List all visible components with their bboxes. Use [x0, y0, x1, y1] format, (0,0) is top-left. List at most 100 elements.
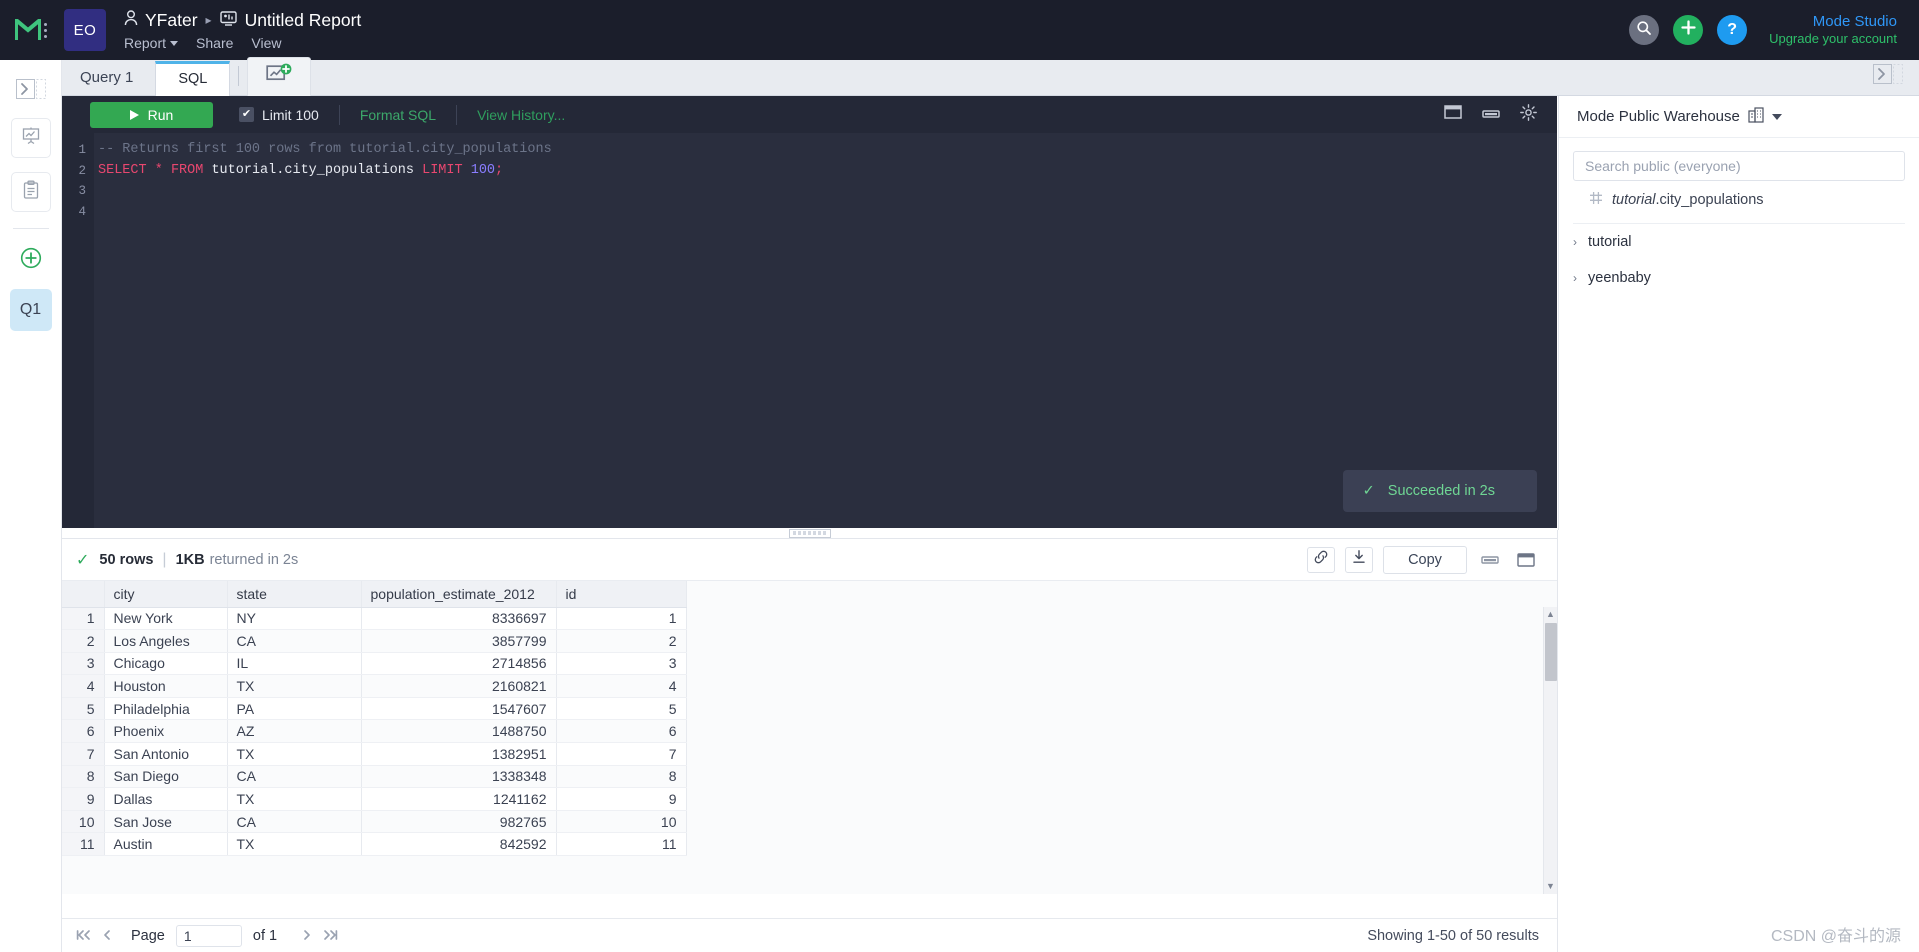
maximize-editor-icon[interactable] [1444, 105, 1462, 124]
city-cell: San Jose [104, 810, 228, 834]
city-cell: San Antonio [104, 742, 228, 766]
logo-dots-icon [44, 22, 47, 38]
gear-icon[interactable] [1520, 103, 1537, 126]
column-header-id[interactable]: id [556, 581, 687, 608]
table-row[interactable]: 8 San Diego CA 1338348 8 [62, 765, 687, 789]
line-number: 3 [78, 184, 86, 198]
scroll-down-arrow-icon[interactable]: ▼ [1546, 879, 1555, 894]
download-button[interactable] [1345, 546, 1373, 573]
row-number-cell: 6 [62, 719, 105, 744]
tab-sql[interactable]: SQL [155, 61, 231, 96]
editor-results-splitter[interactable] [62, 528, 1557, 538]
schema-node-label: yeenbaby [1588, 270, 1651, 286]
table-row[interactable]: 6 Phoenix AZ 1488750 6 [62, 719, 687, 744]
table-row[interactable]: 11 Austin TX 842592 11 [62, 832, 687, 857]
search-button[interactable] [1629, 15, 1660, 45]
chevron-down-icon[interactable] [1771, 113, 1782, 120]
download-icon [1351, 549, 1367, 570]
splitter-handle[interactable] [788, 528, 831, 538]
next-page-button[interactable] [302, 928, 312, 944]
copy-button[interactable]: Copy [1383, 545, 1467, 574]
population-cell: 1488750 [361, 719, 557, 744]
first-page-button[interactable] [76, 928, 91, 944]
scroll-up-arrow-icon[interactable]: ▲ [1546, 607, 1555, 622]
schema-node-yeenbaby[interactable]: › yeenbaby [1559, 260, 1919, 296]
search-input[interactable] [1585, 158, 1893, 174]
table-row[interactable]: 5 Philadelphia PA 1547607 5 [62, 697, 687, 721]
last-page-button[interactable] [323, 928, 338, 944]
table-row[interactable]: 7 San Antonio TX 1382951 7 [62, 742, 687, 766]
code-content[interactable]: -- Returns first 100 rows from tutorial.… [94, 133, 1557, 530]
column-header-rownum[interactable] [62, 581, 105, 608]
menu-view[interactable]: View [251, 35, 281, 51]
schema-search-box[interactable] [1573, 151, 1905, 181]
chevron-down-icon [170, 41, 179, 47]
expand-sidebar-button[interactable] [14, 74, 48, 104]
mode-studio-link[interactable]: Mode Studio [1769, 13, 1897, 32]
table-header: city state population_estimate_2012 id [62, 581, 687, 608]
id-cell: 4 [556, 674, 687, 698]
tab-add-chart[interactable] [247, 57, 312, 96]
toolbar-divider [338, 104, 340, 125]
row-number-cell: 11 [62, 832, 105, 857]
table-row[interactable]: 10 San Jose CA 982765 10 [62, 810, 687, 834]
code-editor[interactable]: 1 2 3 4 -- Returns first 100 rows from t… [62, 133, 1557, 530]
id-cell: 7 [556, 742, 687, 766]
share-link-button[interactable] [1307, 546, 1335, 573]
warehouse-selector[interactable]: Mode Public Warehouse [1559, 96, 1919, 138]
collapse-right-panel-button[interactable] [1873, 64, 1919, 95]
breadcrumb-user[interactable]: YFater [124, 10, 198, 31]
code-line-1: -- Returns first 100 rows from tutorial.… [98, 142, 552, 157]
results-table-wrapper[interactable]: city state population_estimate_2012 id 1… [62, 581, 1557, 894]
table-row[interactable]: 2 Los Angeles CA 3857799 2 [62, 629, 687, 653]
schema-search-result[interactable]: tutorial.city_populations [1559, 181, 1919, 219]
link-icon [1313, 549, 1329, 570]
view-history-button[interactable]: View History... [477, 107, 565, 123]
table-row[interactable]: 4 Houston TX 2160821 4 [62, 674, 687, 698]
id-cell: 9 [556, 787, 687, 811]
panel-divider [1557, 530, 1558, 952]
upgrade-account-link[interactable]: Upgrade your account [1769, 31, 1897, 47]
format-sql-button[interactable]: Format SQL [360, 107, 436, 123]
sidebar-item-report[interactable] [10, 172, 51, 212]
mode-logo-icon [14, 15, 42, 41]
run-button[interactable]: Run [90, 101, 213, 128]
schema-node-tutorial[interactable]: › tutorial [1559, 224, 1919, 260]
table-row[interactable]: 1 New York NY 8336697 1 [62, 607, 687, 631]
header-row: city state population_estimate_2012 id [62, 581, 687, 608]
mode-logo[interactable] [0, 0, 62, 60]
breadcrumb: YFater ▸ Untitled Report Report Share Vi… [124, 10, 361, 51]
minimize-editor-icon[interactable] [1482, 106, 1500, 124]
avatar[interactable]: EO [64, 9, 106, 51]
column-header-state[interactable]: state [227, 581, 362, 608]
add-button[interactable] [1673, 15, 1704, 45]
state-cell: CA [227, 765, 362, 789]
results-vertical-scrollbar[interactable]: ▲ ▼ [1543, 607, 1557, 894]
breadcrumb-report[interactable]: Untitled Report [219, 10, 361, 31]
table-row[interactable]: 9 Dallas TX 1241162 9 [62, 787, 687, 811]
id-cell: 6 [556, 719, 687, 744]
help-button[interactable]: ? [1717, 15, 1748, 45]
population-cell: 2160821 [361, 674, 557, 698]
prev-page-button[interactable] [102, 928, 112, 944]
plus-icon [1680, 20, 1696, 40]
menu-share[interactable]: Share [196, 35, 233, 51]
limit-checkbox[interactable]: ✔ Limit 100 [239, 107, 319, 123]
scrollbar-thumb[interactable] [1544, 623, 1557, 681]
column-header-population[interactable]: population_estimate_2012 [361, 581, 557, 608]
sidebar-item-visualization[interactable] [10, 118, 51, 158]
chevron-right-icon: › [1573, 271, 1577, 285]
row-number-cell: 8 [62, 765, 105, 789]
menu-report[interactable]: Report [124, 35, 179, 51]
toast-message: Succeeded in 2s [1387, 483, 1495, 499]
sidebar-item-q1[interactable]: Q1 [9, 289, 52, 331]
page-number-input[interactable] [175, 924, 242, 947]
collapse-results-icon[interactable] [1477, 548, 1503, 572]
editor-toolbar: Run ✔ Limit 100 Format SQL View History.… [62, 96, 1557, 133]
add-query-button[interactable] [14, 245, 48, 275]
maximize-results-icon[interactable] [1513, 548, 1539, 572]
column-header-city[interactable]: city [104, 581, 228, 608]
table-row[interactable]: 3 Chicago IL 2714856 3 [62, 652, 687, 676]
id-cell: 8 [556, 765, 687, 789]
